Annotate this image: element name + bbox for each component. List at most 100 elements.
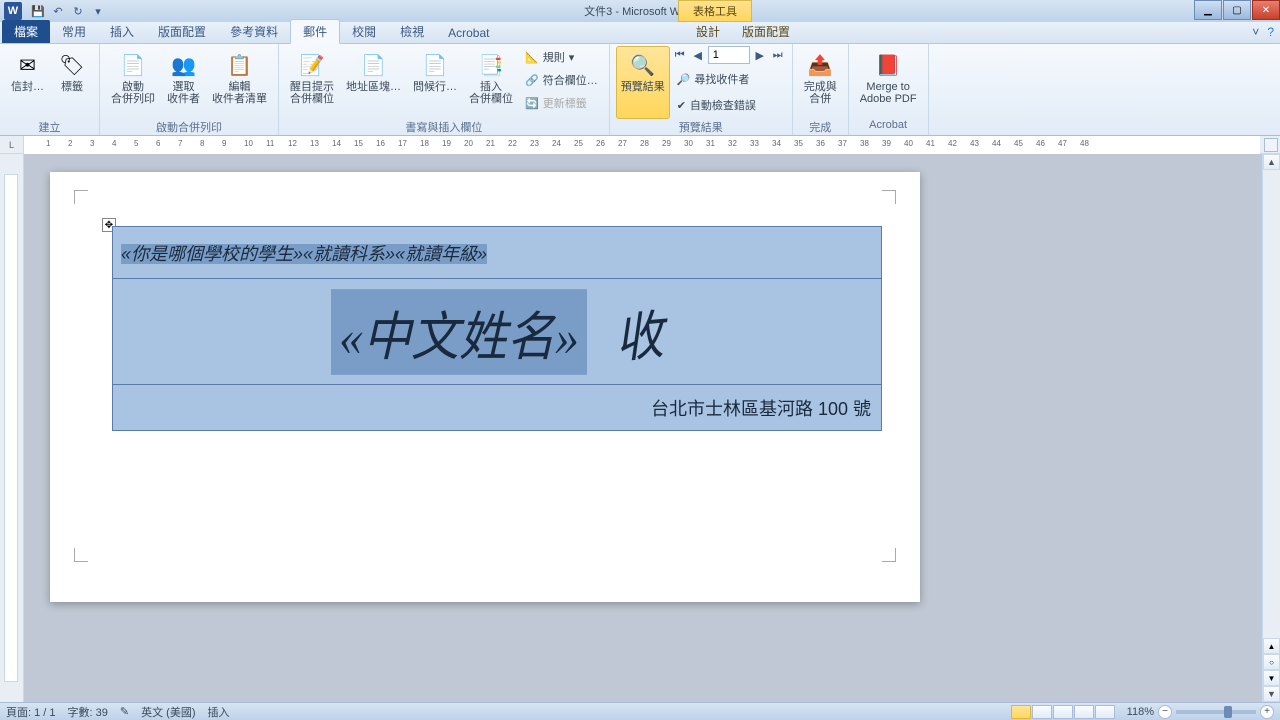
first-record-button[interactable]: ⏮: [672, 46, 688, 64]
next-record-button[interactable]: ▶: [752, 46, 768, 64]
match-fields-button[interactable]: 🔗符合欄位…: [520, 69, 603, 91]
tab-view[interactable]: 檢視: [388, 20, 436, 43]
merge-pdf-button[interactable]: 📕Merge to Adobe PDF: [855, 46, 922, 119]
prev-page-button[interactable]: ▲: [1263, 638, 1280, 654]
save-button[interactable]: 💾: [30, 3, 46, 19]
rules-button[interactable]: 📐規則 ▾: [520, 46, 603, 68]
table-tools-tab: 表格工具: [678, 0, 752, 22]
greeting-line-button[interactable]: 📄問候行…: [408, 46, 462, 119]
scroll-up-button[interactable]: ▲: [1263, 154, 1280, 170]
view-buttons: [1011, 705, 1115, 719]
recipients-icon: 👥: [168, 49, 200, 81]
titlebar: W 💾 ↶ ↻ ▾ 文件3 - Microsoft Word 表格工具 ▁ ▢ …: [0, 0, 1280, 22]
tab-insert[interactable]: 插入: [98, 20, 146, 43]
record-input[interactable]: [708, 46, 750, 64]
document-table[interactable]: «你是哪個學校的學生»«就讀科系»«就讀年級» «中文姓名» 收 台北市士林區基河…: [112, 226, 882, 431]
zoom-out-button[interactable]: −: [1158, 705, 1172, 719]
quick-access-toolbar: 💾 ↶ ↻ ▾: [30, 3, 106, 19]
prev-record-button[interactable]: ◀: [690, 46, 706, 64]
vertical-scrollbar[interactable]: ▲ ▲ ○ ▼ ▼: [1262, 154, 1280, 702]
ribbon-tabs: 檔案 常用 插入 版面配置 參考資料 郵件 校閱 檢視 Acrobat 設計 版…: [0, 22, 1280, 44]
undo-button[interactable]: ↶: [50, 3, 66, 19]
ruler-vertical[interactable]: [0, 154, 24, 702]
tab-table-layout[interactable]: 版面配置: [730, 20, 802, 43]
group-label: Acrobat: [855, 119, 922, 135]
edit-recipients-button[interactable]: 📋編輯 收件者清單: [207, 46, 272, 119]
zoom-in-button[interactable]: +: [1260, 705, 1274, 719]
find-recipient-button[interactable]: 🔎尋找收件者: [672, 68, 786, 90]
group-write-insert: 📝醒目提示 合併欄位 📄地址區塊… 📄問候行… 📑插入 合併欄位 📐規則 ▾ 🔗…: [279, 44, 610, 135]
group-label: 書寫與插入欄位: [285, 119, 603, 135]
table-cell[interactable]: «你是哪個學校的學生»«就讀科系»«就讀年級»: [113, 227, 882, 279]
find-icon: 🔎: [677, 73, 691, 86]
highlight-fields-button[interactable]: 📝醒目提示 合併欄位: [285, 46, 339, 119]
browse-object-button[interactable]: ○: [1263, 654, 1280, 670]
last-record-button[interactable]: ⏭: [770, 46, 786, 64]
canvas[interactable]: ✥ «你是哪個學校的學生»«就讀科系»«就讀年級» «中文姓名»收 台北市士林區…: [24, 154, 1262, 702]
zoom-controls: 118% − +: [1127, 705, 1274, 719]
tab-acrobat[interactable]: Acrobat: [436, 23, 501, 43]
finish-merge-button[interactable]: 📤完成與 合併: [799, 46, 842, 119]
group-acrobat: 📕Merge to Adobe PDF Acrobat: [849, 44, 929, 135]
start-merge-button[interactable]: 📄啟動 合併列印: [106, 46, 160, 119]
word-count[interactable]: 字數: 39: [68, 704, 108, 720]
redo-button[interactable]: ↻: [70, 3, 86, 19]
ruler-toggle[interactable]: [1264, 138, 1278, 152]
merge-field-name: «中文姓名»: [331, 289, 587, 375]
close-button[interactable]: ✕: [1252, 0, 1280, 20]
insert-field-button[interactable]: 📑插入 合併欄位: [464, 46, 518, 119]
label-icon: 🏷: [56, 49, 88, 81]
zoom-slider[interactable]: [1176, 710, 1256, 714]
print-layout-view[interactable]: [1011, 705, 1031, 719]
update-labels-button[interactable]: 🔄更新標籤: [520, 92, 603, 114]
tab-file[interactable]: 檔案: [2, 20, 50, 43]
tab-home[interactable]: 常用: [50, 20, 98, 43]
select-recipients-button[interactable]: 👥選取 收件者: [162, 46, 205, 119]
auto-check-button[interactable]: ✔自動檢查錯誤: [672, 94, 786, 116]
envelopes-button[interactable]: ✉信封…: [6, 46, 49, 119]
zoom-thumb[interactable]: [1224, 706, 1232, 718]
next-page-button[interactable]: ▼: [1263, 670, 1280, 686]
table-cell[interactable]: «中文姓名» 收: [113, 279, 882, 385]
rules-icon: 📐: [525, 51, 539, 64]
insert-mode[interactable]: 插入: [208, 704, 230, 720]
word-app: W 💾 ↶ ↻ ▾ 文件3 - Microsoft Word 表格工具 ▁ ▢ …: [0, 0, 1280, 720]
group-preview: 🔍預覽結果 ⏮ ◀ ▶ ⏭ 🔎尋找收件者 ✔自動檢查錯誤 預覽結果: [610, 44, 793, 135]
tab-review[interactable]: 校閱: [340, 20, 388, 43]
draft-view[interactable]: [1095, 705, 1115, 719]
tab-table-design[interactable]: 設計: [684, 20, 732, 43]
fullscreen-view[interactable]: [1032, 705, 1052, 719]
address-block-button[interactable]: 📄地址區塊…: [341, 46, 406, 119]
table-cell[interactable]: 台北市士林區基河路 100 號: [113, 385, 882, 431]
text-shou: 收: [612, 291, 666, 372]
document-area: ✥ «你是哪個學校的學生»«就讀科系»«就讀年級» «中文姓名»收 台北市士林區…: [0, 154, 1280, 702]
web-view[interactable]: [1053, 705, 1073, 719]
outline-view[interactable]: [1074, 705, 1094, 719]
tab-mailings[interactable]: 郵件: [290, 19, 340, 44]
qat-dropdown[interactable]: ▾: [90, 3, 106, 19]
group-label: 建立: [6, 119, 93, 135]
ribbon: ✉信封… 🏷標籤 建立 📄啟動 合併列印 👥選取 收件者 📋編輯 收件者清單 啟…: [0, 44, 1280, 136]
minimize-button[interactable]: ▁: [1194, 0, 1222, 20]
help-icon[interactable]: ?: [1267, 25, 1274, 39]
group-start-merge: 📄啟動 合併列印 👥選取 收件者 📋編輯 收件者清單 啟動合併列印: [100, 44, 279, 135]
group-label: 完成: [799, 119, 842, 135]
zoom-level[interactable]: 118%: [1127, 706, 1154, 718]
tab-references[interactable]: 參考資料: [218, 20, 290, 43]
language-status[interactable]: 英文 (美國): [141, 704, 195, 720]
spell-check-icon[interactable]: ✎: [120, 705, 129, 718]
scroll-down-button[interactable]: ▼: [1263, 686, 1280, 702]
scroll-track[interactable]: [1263, 170, 1280, 632]
match-icon: 🔗: [525, 74, 539, 87]
highlight-icon: 📝: [296, 49, 328, 81]
tab-page-layout[interactable]: 版面配置: [146, 20, 218, 43]
labels-button[interactable]: 🏷標籤: [51, 46, 93, 119]
merge-icon: 📄: [117, 49, 149, 81]
page-status[interactable]: 頁面: 1 / 1: [6, 704, 56, 720]
margin-mark: [74, 548, 88, 562]
margin-mark: [882, 190, 896, 204]
preview-results-button[interactable]: 🔍預覽結果: [616, 46, 670, 119]
maximize-button[interactable]: ▢: [1223, 0, 1251, 20]
ruler-horizontal[interactable]: 1234567891011121314151617181920212223242…: [24, 136, 1260, 154]
minimize-ribbon-icon[interactable]: ˅: [1252, 25, 1259, 39]
